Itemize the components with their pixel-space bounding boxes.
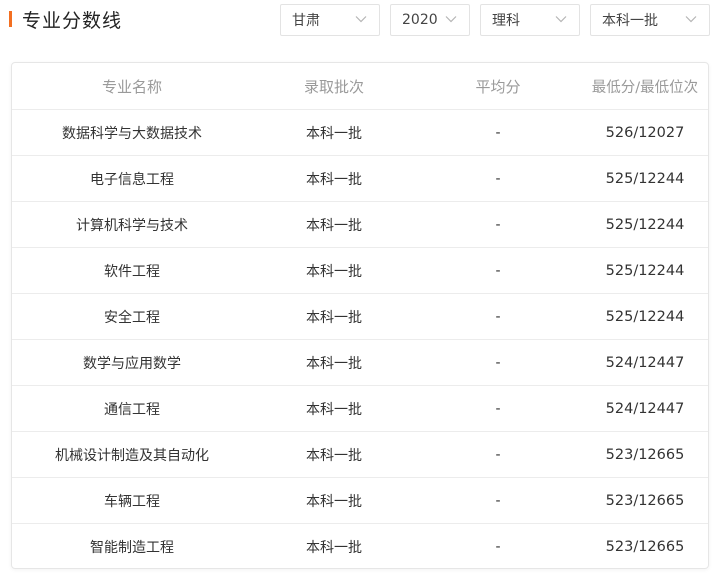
score-page: 专业分数线 甘肃 2020 理科 本科一批 专业名称 录取批次 平均分 最低分/… xyxy=(0,0,720,577)
major-name: 软件工程 xyxy=(104,263,160,280)
min-score-rank: 526/12027 xyxy=(605,124,685,141)
table-row: 软件工程 本科一批 - 525/12244 xyxy=(12,248,708,294)
table-row: 计算机科学与技术 本科一批 - 525/12244 xyxy=(12,202,708,248)
table-row: 智能制造工程 本科一批 - 523/12665 xyxy=(12,524,708,568)
major-name: 机械设计制造及其自动化 xyxy=(55,447,209,464)
major-name: 安全工程 xyxy=(104,309,160,326)
min-score-rank: 523/12665 xyxy=(605,446,685,463)
min-score-rank: 525/12244 xyxy=(605,170,685,187)
filter-bar: 甘肃 2020 理科 本科一批 xyxy=(0,4,720,36)
chevron-down-icon xyxy=(355,13,367,25)
table-header-row: 专业名称 录取批次 平均分 最低分/最低位次 xyxy=(12,63,708,110)
major-name: 电子信息工程 xyxy=(90,171,174,188)
major-name: 通信工程 xyxy=(104,401,160,418)
province-select-value: 甘肃 xyxy=(292,13,320,29)
chevron-down-icon xyxy=(555,13,567,25)
column-header-min-score-rank: 最低分/最低位次 xyxy=(591,79,699,96)
table-row: 数据科学与大数据技术 本科一批 - 526/12027 xyxy=(12,110,708,156)
table-row: 安全工程 本科一批 - 525/12244 xyxy=(12,294,708,340)
table-row: 通信工程 本科一批 - 524/12447 xyxy=(12,386,708,432)
province-select[interactable]: 甘肃 xyxy=(280,4,380,36)
min-score-rank: 524/12447 xyxy=(605,400,685,417)
score-table: 专业名称 录取批次 平均分 最低分/最低位次 数据科学与大数据技术 本科一批 -… xyxy=(11,62,709,569)
year-select-value: 2020 xyxy=(402,12,438,28)
major-name: 车辆工程 xyxy=(104,493,160,510)
min-score-rank: 523/12665 xyxy=(605,539,685,555)
major-name: 数学与应用数学 xyxy=(83,355,181,372)
table-row: 车辆工程 本科一批 - 523/12665 xyxy=(12,478,708,524)
major-name: 智能制造工程 xyxy=(90,540,174,556)
subject-select[interactable]: 理科 xyxy=(480,4,580,36)
year-select[interactable]: 2020 xyxy=(390,4,470,36)
batch-select[interactable]: 本科一批 xyxy=(590,4,710,36)
major-name: 数据科学与大数据技术 xyxy=(62,125,202,142)
chevron-down-icon xyxy=(685,13,697,25)
table-row: 电子信息工程 本科一批 - 525/12244 xyxy=(12,156,708,202)
min-score-rank: 523/12665 xyxy=(605,492,685,509)
min-score-rank: 525/12244 xyxy=(605,308,685,325)
min-score-rank: 524/12447 xyxy=(605,354,685,371)
subject-select-value: 理科 xyxy=(492,13,520,29)
column-header-major: 专业名称 xyxy=(101,77,162,96)
major-name: 计算机科学与技术 xyxy=(76,217,188,234)
min-score-rank: 525/12244 xyxy=(605,216,685,233)
table-row: 机械设计制造及其自动化 本科一批 - 523/12665 xyxy=(12,432,708,478)
batch-select-value: 本科一批 xyxy=(602,13,658,29)
min-score-rank: 525/12244 xyxy=(605,262,685,279)
table-row: 数学与应用数学 本科一批 - 524/12447 xyxy=(12,340,708,386)
chevron-down-icon xyxy=(445,13,457,25)
